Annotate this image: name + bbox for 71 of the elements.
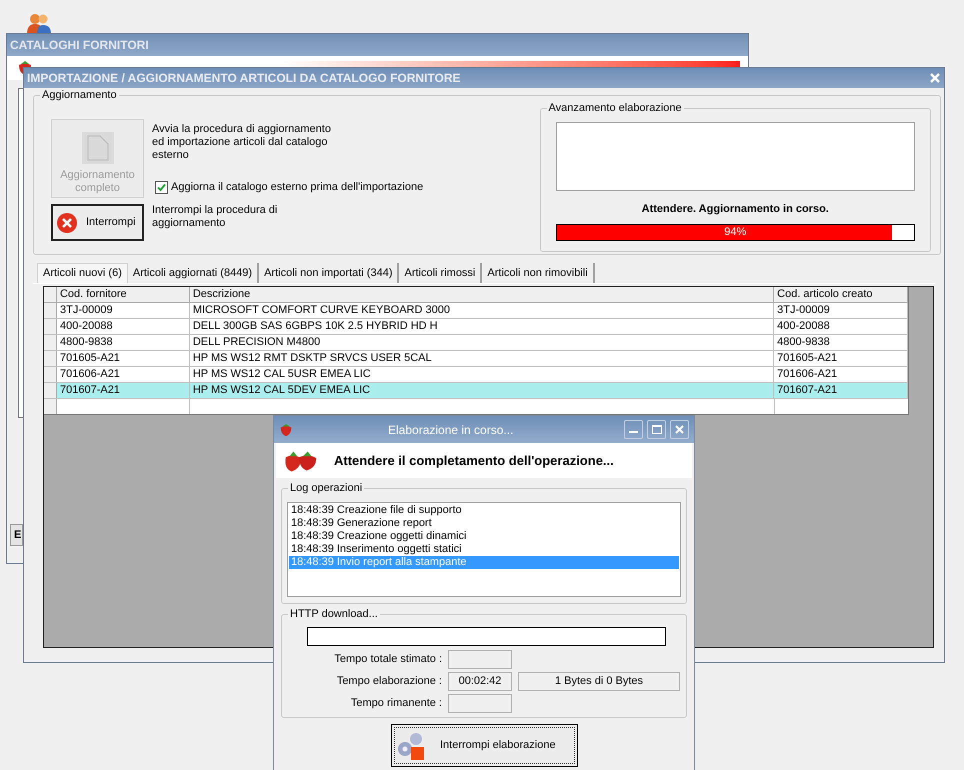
- side-button[interactable]: E: [10, 524, 23, 546]
- table-cell: 400-20088: [774, 319, 908, 334]
- transfer-field: 1 Bytes di 0 Bytes: [518, 672, 680, 691]
- row-header[interactable]: [44, 303, 57, 318]
- maximize-icon: [652, 425, 662, 434]
- table-row[interactable]: 701607-A21 HP MS WS12 CAL 5DEV EMEA LIC 701607-A21: [44, 383, 908, 399]
- stop-processing-button[interactable]: Interrompi elaborazione: [391, 724, 578, 767]
- table-row[interactable]: 701605-A21 HP MS WS12 RMT DSKTP SRVCS USER 5CAL 701605-A21: [44, 351, 908, 367]
- progress-reading: 94%: [723, 224, 748, 240]
- column-header[interactable]: Cod. fornitore: [56, 287, 190, 302]
- row-header[interactable]: [44, 351, 57, 366]
- table-cell: HP MS WS12 CAL 5USR EMEA LIC: [190, 367, 774, 382]
- field-label: Tempo rimanente :: [350, 696, 442, 712]
- table-cell: HP MS WS12 CAL 5DEV EMEA LIC: [190, 383, 774, 398]
- field-label: Tempo elaborazione :: [336, 674, 442, 690]
- table-cell: 701605-A21: [774, 351, 908, 366]
- description-text: Avvia la procedura di aggiornamento ed importazione articoli dal catalogo esterno: [152, 123, 332, 162]
- strawberry-icon: [279, 422, 293, 438]
- close-icon: [675, 425, 684, 434]
- row-header[interactable]: [44, 383, 57, 398]
- table-cell: 3TJ-00009: [56, 303, 190, 318]
- description-text: Interrompi la procedura di aggiornamento: [152, 204, 278, 230]
- row-header[interactable]: [44, 319, 57, 334]
- table-cell: 701606-A21: [774, 367, 908, 382]
- time-field: 00:02:42: [448, 672, 512, 691]
- maximize-button[interactable]: [647, 420, 666, 439]
- table-cell: 701606-A21: [56, 367, 190, 382]
- table-cell: MICROSOFT COMFORT CURVE KEYBOARD 3000: [190, 303, 774, 318]
- group-title: Log operazioni: [288, 481, 364, 495]
- table-cell: 4800-9838: [774, 335, 908, 350]
- table-row[interactable]: 400-20088 DELL 300GB SAS 6GBPS 10K 2.5 HYBRID HD H 400-20088: [44, 319, 908, 335]
- status-text: Attendere. Aggiornamento in corso.: [642, 202, 829, 217]
- group-title: Aggiornamento: [40, 88, 119, 102]
- time-field: [448, 694, 512, 713]
- table-cell: 3TJ-00009: [774, 303, 908, 318]
- tab[interactable]: Articoli nuovi (6): [37, 263, 128, 283]
- log-entry[interactable]: 18:48:39 Creazione file di supporto: [289, 504, 679, 517]
- checkbox[interactable]: [155, 180, 168, 194]
- log-entry[interactable]: 18:48:39 Creazione oggetti dinamici: [289, 530, 679, 543]
- users-icon[interactable]: [26, 12, 52, 34]
- window-title: Elaborazione in corso...: [388, 422, 514, 438]
- table-row[interactable]: 701606-A21 HP MS WS12 CAL 5USR EMEA LIC 701606-A21: [44, 367, 908, 383]
- close-button[interactable]: [670, 420, 689, 439]
- document-icon: [82, 132, 114, 164]
- check-icon: [157, 182, 166, 192]
- refresh-checkbox[interactable]: Aggiorna il catalogo esterno prima dell'importazione: [155, 179, 540, 196]
- time-field: [448, 650, 512, 669]
- minimize-button[interactable]: [624, 420, 643, 439]
- table-row[interactable]: 4800-9838 DELL PRECISION M4800 4800-9838: [44, 335, 908, 351]
- column-header[interactable]: Cod. articolo creato: [774, 287, 908, 302]
- table-cell: 701605-A21: [56, 351, 190, 366]
- dialog-heading: Attendere il completamento dell'operazione...: [334, 452, 614, 470]
- table-cell: HP MS WS12 RMT DSKTP SRVCS USER 5CAL: [190, 351, 774, 366]
- log-entry[interactable]: 18:48:39 Inserimento oggetti statici: [289, 543, 679, 556]
- column-header[interactable]: Descrizione: [190, 287, 774, 302]
- table-cell: 4800-9838: [56, 335, 190, 350]
- close-icon: [930, 73, 940, 83]
- cancel-icon: [56, 212, 78, 234]
- table-row[interactable]: 3TJ-00009 MICROSOFT COMFORT CURVE KEYBOARD 3000 3TJ-00009: [44, 303, 908, 319]
- field-label: Tempo totale stimato :: [333, 652, 442, 668]
- table-cell: 701607-A21: [774, 383, 908, 398]
- window-title: IMPORTAZIONE / AGGIORNAMENTO ARTICOLI DA CATALOGO FORNITORE: [27, 70, 461, 87]
- log-entry[interactable]: 18:48:39 Generazione report: [289, 517, 679, 530]
- window-title: CATALOGHI FORNITORI: [10, 37, 149, 54]
- table-cell: 400-20088: [56, 319, 190, 334]
- row-header[interactable]: [44, 335, 57, 350]
- row-header[interactable]: [44, 367, 57, 382]
- stop-button[interactable]: Interrompi: [51, 204, 144, 241]
- table-cell: DELL PRECISION M4800: [190, 335, 774, 350]
- table-cell: 701607-A21: [56, 383, 190, 398]
- table-cell: DELL 300GB SAS 6GBPS 10K 2.5 HYBRID HD H: [190, 319, 774, 334]
